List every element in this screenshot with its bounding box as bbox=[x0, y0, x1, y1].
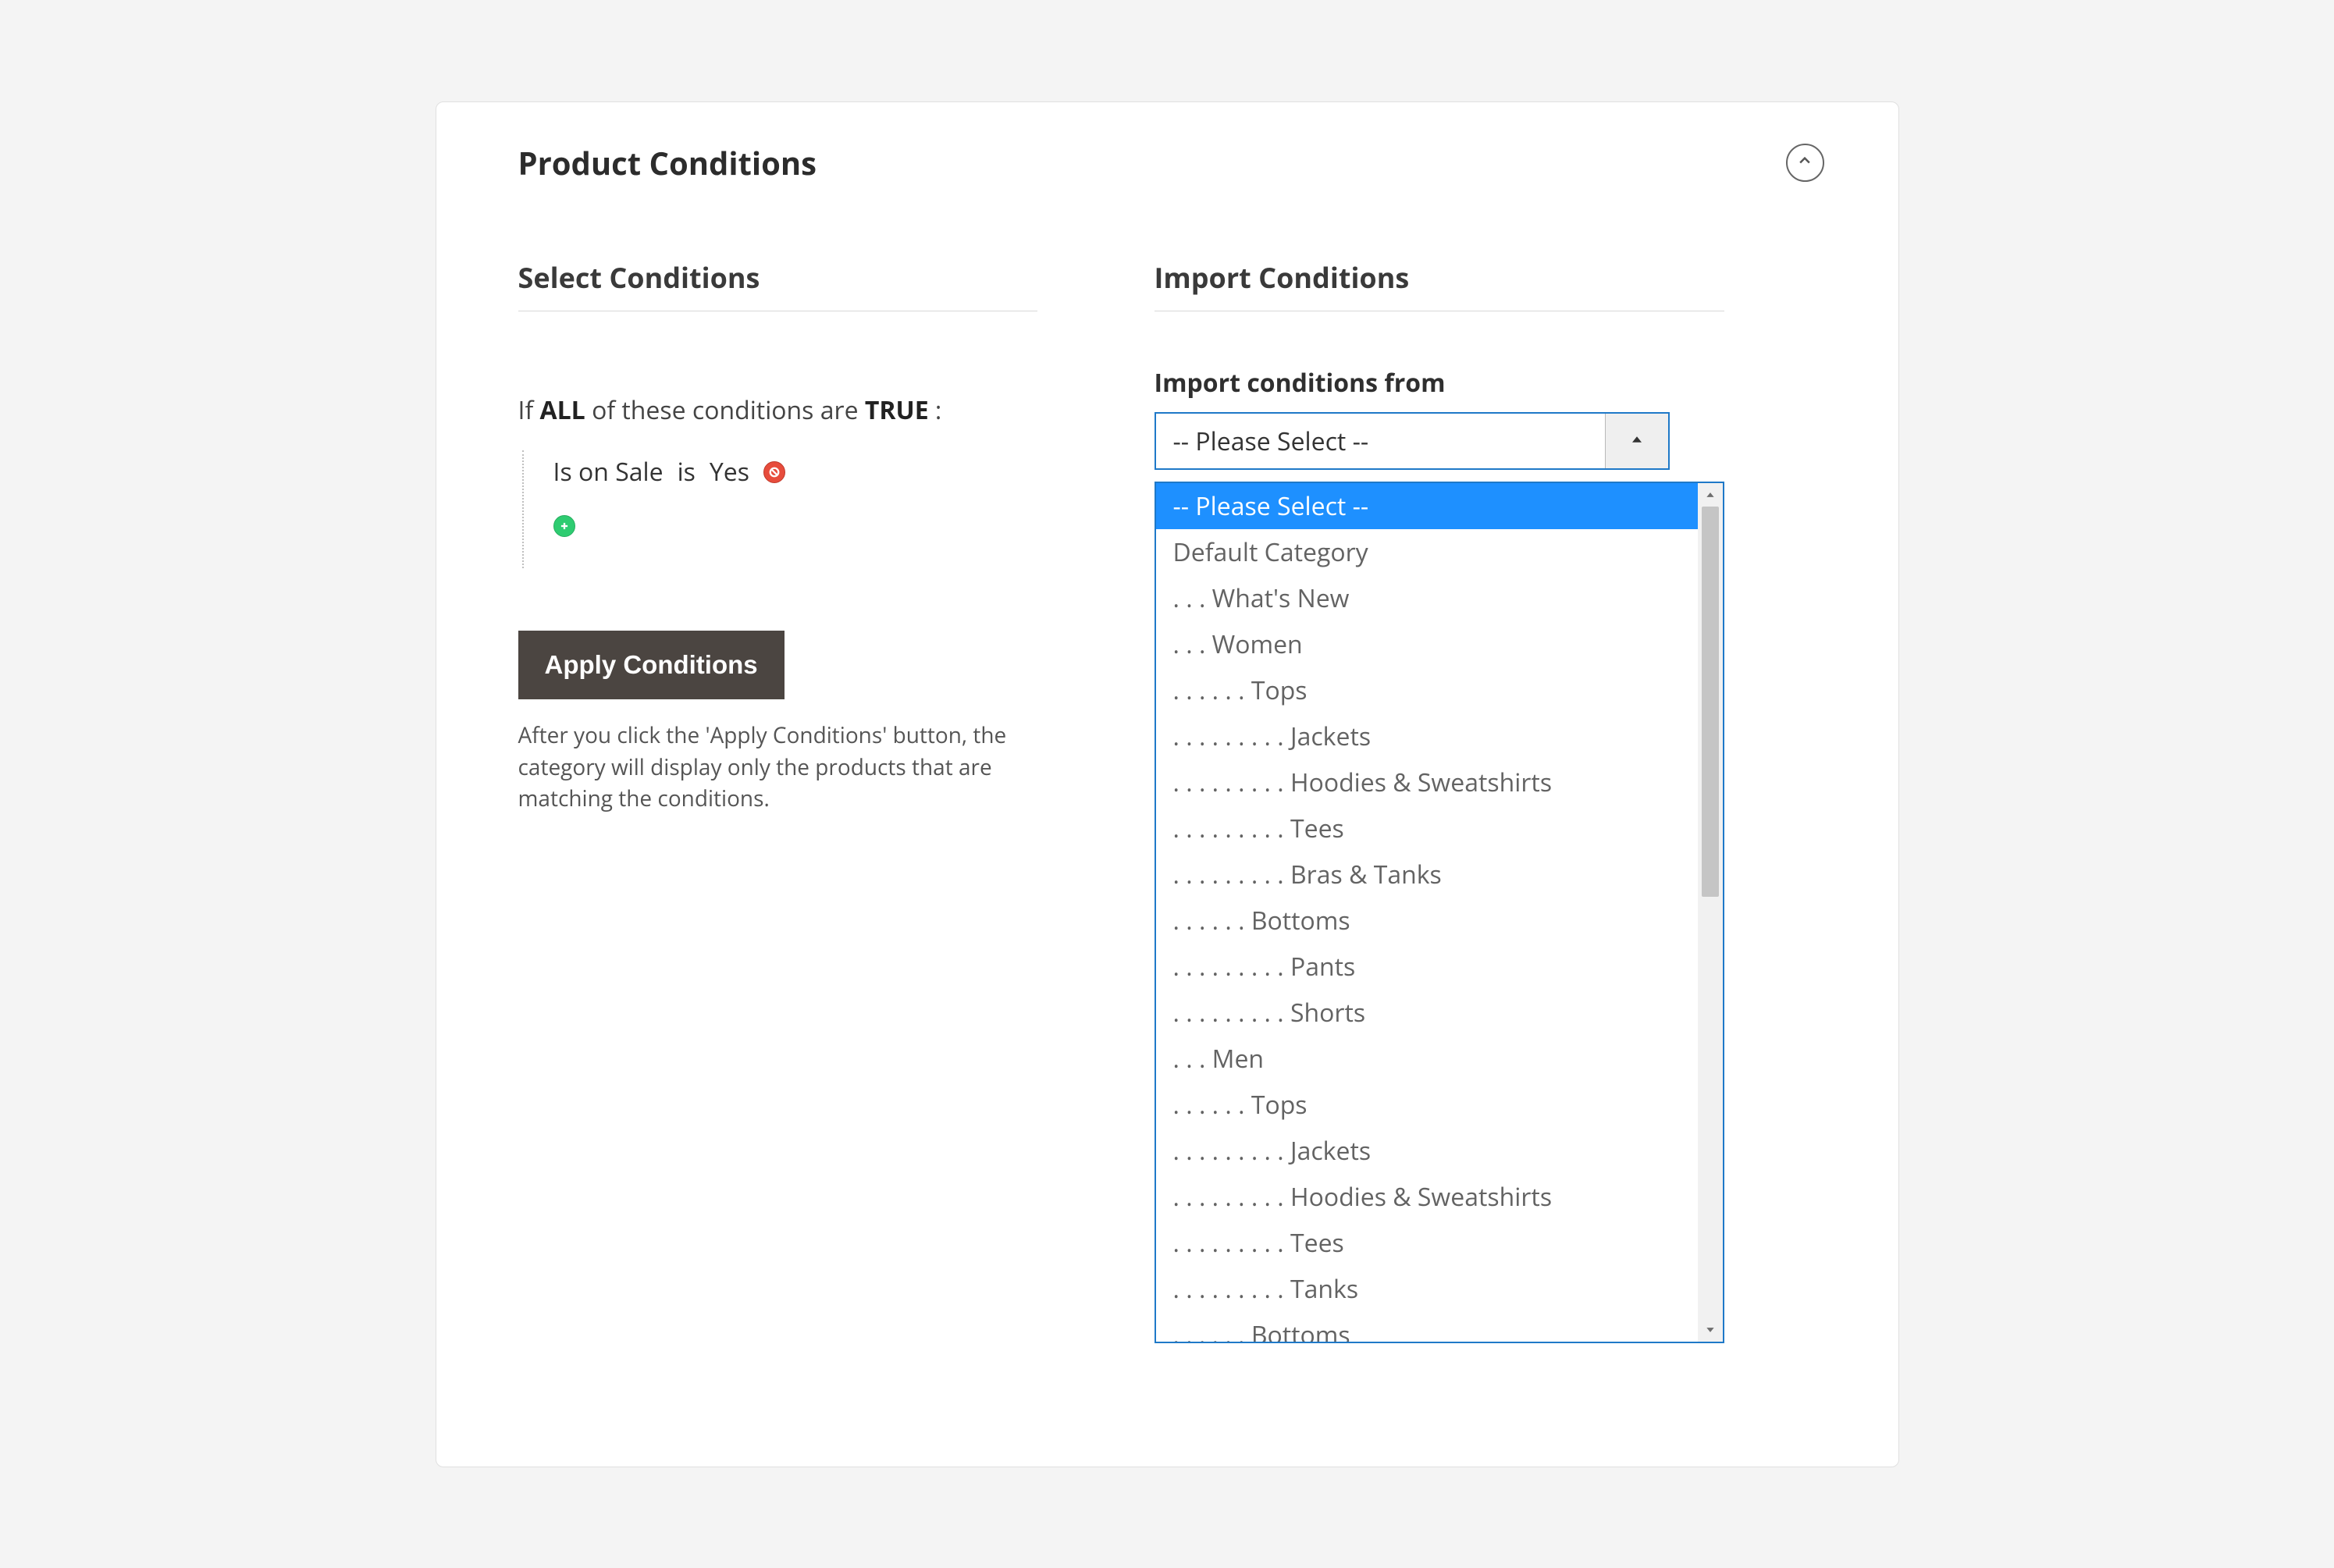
select-conditions-heading: Select Conditions bbox=[518, 258, 1037, 297]
dropdown-option[interactable]: Default Category bbox=[1156, 529, 1698, 575]
condition-attribute[interactable]: Is on Sale bbox=[553, 455, 664, 489]
conditions-tree: Is on Sale is Yes bbox=[522, 450, 1037, 568]
select-current-value: -- Please Select -- bbox=[1156, 414, 1605, 468]
remove-icon[interactable] bbox=[763, 461, 785, 483]
scroll-thumb[interactable] bbox=[1702, 507, 1719, 897]
conditions-aggregator-line[interactable]: If ALL of these conditions are TRUE : bbox=[518, 386, 1037, 427]
dropdown-option[interactable]: . . . . . . . . . Pants bbox=[1156, 944, 1698, 990]
chevron-up-icon bbox=[1797, 153, 1813, 172]
dropdown-option[interactable]: . . . . . . Bottoms bbox=[1156, 898, 1698, 944]
dropdown-option[interactable]: . . . . . . . . . Tanks bbox=[1156, 1266, 1698, 1312]
dropdown-option[interactable]: . . . What's New bbox=[1156, 575, 1698, 621]
scroll-up-icon[interactable] bbox=[1698, 483, 1723, 507]
dropdown-option[interactable]: . . . . . . . . . Shorts bbox=[1156, 990, 1698, 1036]
rule-boolean-value[interactable]: TRUE bbox=[865, 393, 929, 427]
dropdown-scrollbar[interactable] bbox=[1698, 483, 1723, 1342]
apply-conditions-button[interactable]: Apply Conditions bbox=[518, 631, 785, 699]
import-from-label: Import conditions from bbox=[1155, 366, 1724, 400]
collapse-toggle[interactable] bbox=[1786, 144, 1824, 182]
condition-row[interactable]: Is on Sale is Yes bbox=[553, 450, 1037, 512]
select-conditions-column: Select Conditions If ALL of these condit… bbox=[518, 258, 1037, 815]
import-conditions-column: Import Conditions Import conditions from… bbox=[1155, 258, 1724, 815]
add-condition-row[interactable] bbox=[553, 512, 1037, 568]
dropdown-option[interactable]: . . . Men bbox=[1156, 1036, 1698, 1082]
import-conditions-heading: Import Conditions bbox=[1155, 258, 1724, 297]
rule-text: If bbox=[518, 393, 540, 427]
dropdown-option[interactable]: . . . . . . . . . Hoodies & Sweatshirts bbox=[1156, 1174, 1698, 1220]
select-arrow-button[interactable] bbox=[1605, 414, 1668, 468]
rule-aggregator-value[interactable]: ALL bbox=[540, 393, 585, 427]
apply-conditions-help-text: After you click the 'Apply Conditions' b… bbox=[518, 720, 1018, 815]
condition-operator[interactable]: is bbox=[678, 455, 696, 489]
dropdown-option[interactable]: . . . Women bbox=[1156, 621, 1698, 667]
dropdown-option[interactable]: . . . . . . Bottoms bbox=[1156, 1312, 1698, 1342]
dropdown-option[interactable]: . . . . . . . . . Jackets bbox=[1156, 713, 1698, 759]
import-from-dropdown: -- Please Select --Default Category. . .… bbox=[1155, 482, 1724, 1343]
dropdown-option[interactable]: . . . . . . . . . Tees bbox=[1156, 805, 1698, 852]
dropdown-option[interactable]: . . . . . . . . . Bras & Tanks bbox=[1156, 852, 1698, 898]
rule-text: of these conditions are bbox=[585, 393, 865, 427]
dropdown-option[interactable]: . . . . . . Tops bbox=[1156, 667, 1698, 713]
dropdown-option-list: -- Please Select --Default Category. . .… bbox=[1156, 483, 1698, 1342]
panel-title: Product Conditions bbox=[518, 141, 1816, 184]
product-conditions-panel: Product Conditions Select Conditions If … bbox=[436, 101, 1899, 1467]
rule-text: : bbox=[929, 393, 942, 427]
dropdown-option[interactable]: . . . . . . . . . Tees bbox=[1156, 1220, 1698, 1266]
add-icon[interactable] bbox=[553, 515, 575, 537]
import-from-select[interactable]: -- Please Select -- bbox=[1155, 412, 1670, 470]
dropdown-option[interactable]: . . . . . . Tops bbox=[1156, 1082, 1698, 1128]
dropdown-option[interactable]: . . . . . . . . . Jackets bbox=[1156, 1128, 1698, 1174]
dropdown-option[interactable]: . . . . . . . . . Hoodies & Sweatshirts bbox=[1156, 759, 1698, 805]
condition-value[interactable]: Yes bbox=[710, 455, 749, 489]
dropdown-option[interactable]: -- Please Select -- bbox=[1156, 483, 1698, 529]
triangle-up-icon bbox=[1630, 432, 1644, 450]
scroll-down-icon[interactable] bbox=[1698, 1318, 1723, 1342]
